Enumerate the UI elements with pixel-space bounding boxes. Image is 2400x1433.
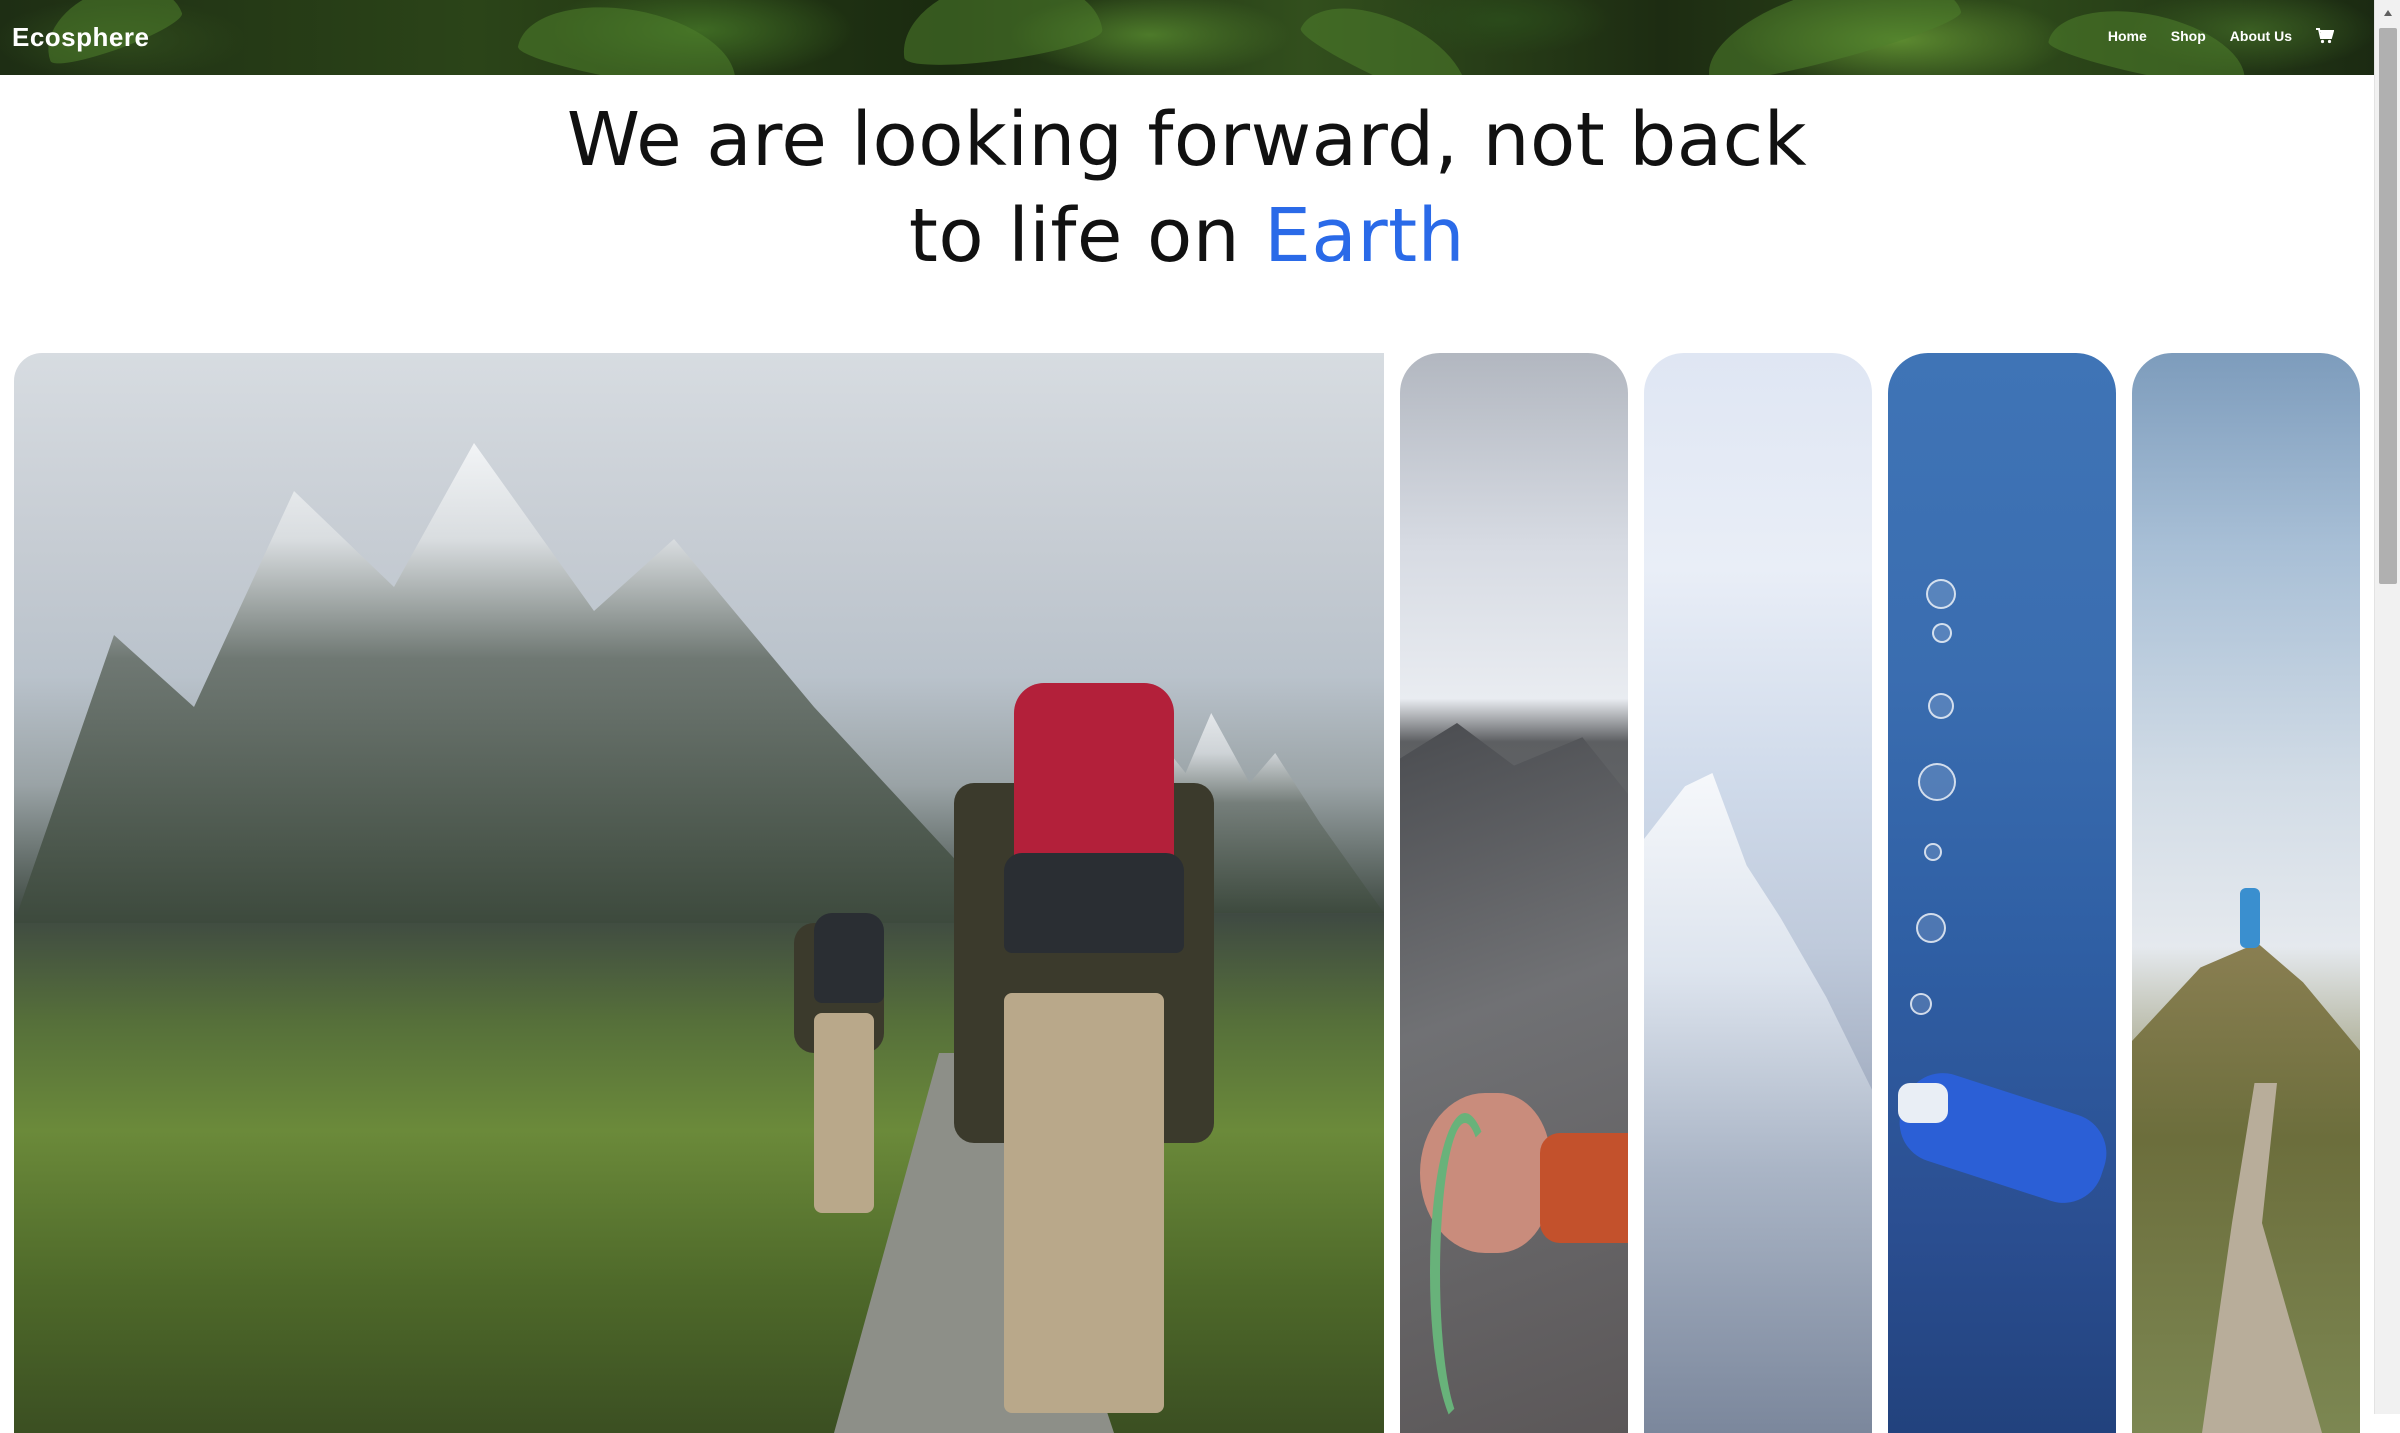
hiker-front-legs: [1004, 993, 1164, 1413]
climbing-photo: [1400, 353, 1628, 1433]
page-scrollbar[interactable]: [2374, 0, 2400, 1414]
hero-accent-word: Earth: [1264, 193, 1466, 279]
hero-line-1: We are looking forward, not back: [566, 97, 1808, 183]
hero-line-2-prefix: to life on: [908, 193, 1265, 279]
climber-sleeve: [1540, 1133, 1628, 1243]
bubble: [1926, 579, 1956, 609]
foliage-decoration: [515, 0, 745, 75]
mountain-photo: [1644, 353, 1872, 1433]
image-gallery: [14, 353, 2362, 1433]
cart-icon[interactable]: [2316, 28, 2335, 44]
foliage-decoration: [895, 0, 1105, 74]
climbing-rope: [1430, 1113, 1500, 1433]
foliage-decoration: [1295, 0, 1485, 75]
hiking-photo: [14, 353, 1384, 1433]
summit-person: [2240, 888, 2260, 948]
mountain-shape: [14, 443, 1014, 923]
brand-logo[interactable]: Ecosphere: [12, 22, 149, 53]
foliage-decoration: [1695, 0, 1965, 75]
snowy-peak: [1644, 773, 1872, 1433]
diving-photo: [1888, 353, 2116, 1433]
hiker-back-pack: [814, 913, 884, 1003]
main-nav: Home Shop About Us: [2108, 28, 2335, 44]
nav-about-link[interactable]: About Us: [2230, 28, 2292, 44]
bubble: [1910, 993, 1932, 1015]
bubble: [1916, 913, 1946, 943]
site-header: Ecosphere Home Shop About Us: [0, 0, 2374, 75]
scroll-up-arrow-icon[interactable]: [2375, 0, 2400, 26]
bubble: [1928, 693, 1954, 719]
gallery-card-diving[interactable]: [1888, 353, 2116, 1433]
bubble: [1924, 843, 1942, 861]
hiker-back-legs: [814, 1013, 874, 1213]
hero-headline: We are looking forward, not back to life…: [0, 92, 2374, 284]
nav-shop-link[interactable]: Shop: [2171, 28, 2206, 44]
bubble: [1932, 623, 1952, 643]
bubble: [1918, 763, 1956, 801]
summit-photo: [2132, 353, 2360, 1433]
gallery-card-mountain[interactable]: [1644, 353, 1872, 1433]
cart-icon-svg: [2316, 28, 2335, 44]
scroll-thumb[interactable]: [2379, 28, 2397, 584]
gallery-card-climbing[interactable]: [1400, 353, 1628, 1433]
gallery-card-hiking[interactable]: [14, 353, 1384, 1433]
nav-home-link[interactable]: Home: [2108, 28, 2147, 44]
diver-tank: [1898, 1083, 1948, 1123]
hiker-front-pack-bottom: [1004, 853, 1184, 953]
gallery-card-summit[interactable]: [2132, 353, 2360, 1433]
